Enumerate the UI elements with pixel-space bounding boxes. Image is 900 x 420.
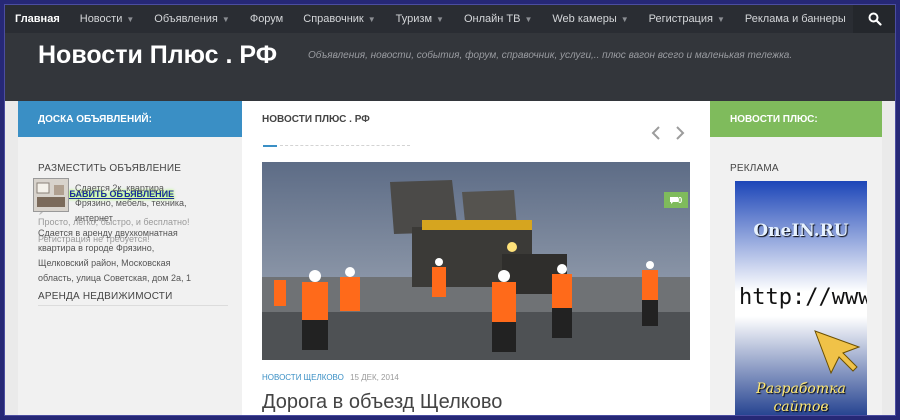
listing-title-line[interactable]: Сдается 2к. квартира [75, 181, 164, 196]
right-sidebar: РЕКЛАМА OneIN.RU http://www. Разработка … [710, 137, 882, 415]
site-header: Новости Плюс . РФ Объявления, новости, с… [5, 33, 895, 101]
chevron-left-icon [651, 126, 660, 140]
listing-description-line: область, улица Советская, дом 2а, 1 [38, 273, 191, 283]
chevron-down-icon: ▼ [367, 14, 376, 24]
left-column-heading: ДОСКА ОБЪЯВЛЕНИЙ: [18, 101, 242, 137]
slider-prev-button[interactable] [651, 126, 661, 145]
nav-label: Форум [249, 13, 284, 25]
nav-label: Web камеры [552, 13, 617, 25]
chevron-down-icon: ▼ [716, 14, 725, 24]
featured-image[interactable]: 0 [262, 162, 690, 360]
chevron-down-icon: ▼ [221, 14, 230, 24]
post-title-link[interactable]: Дорога в объезд Щелково [262, 391, 502, 414]
site-title[interactable]: Новости Плюс . РФ [38, 41, 277, 70]
chevron-down-icon: ▼ [620, 14, 629, 24]
middle-column-heading: НОВОСТИ ПЛЮС . РФ [242, 101, 710, 137]
slider-next-button[interactable] [675, 126, 685, 145]
nav-item-directory[interactable]: Справочник ▼ [293, 5, 385, 33]
nav-item-news[interactable]: Новости ▼ [70, 5, 145, 33]
heading-divider [280, 145, 410, 146]
banner-url-text: http://www. [739, 285, 867, 310]
nav-label: Главная [15, 13, 60, 25]
comment-icon [669, 196, 678, 204]
nav-item-home[interactable]: Главная [5, 5, 70, 33]
search-button[interactable] [853, 5, 895, 33]
chevron-down-icon: ▼ [126, 14, 135, 24]
nav-label: Онлайн ТВ [463, 13, 521, 25]
listing-description-line: Щелковский район, Московская [38, 258, 171, 268]
ad-section-title: РЕКЛАМА [730, 163, 779, 174]
comment-count-badge[interactable]: 0 [664, 192, 688, 208]
post-meta: НОВОСТИ ЩЕЛКОВО 15 ДЕК, 2014 [262, 373, 399, 382]
top-navigation: Главная Новости ▼ Объявления ▼ Форум Справ… [5, 5, 895, 33]
search-icon [868, 12, 882, 26]
banner-caption-line: сайтов [773, 399, 829, 415]
listing-description-line: квартира в городе Фрязино, [38, 243, 155, 253]
nav-item-advertising[interactable]: Реклама и баннеры [735, 5, 856, 33]
middle-heading-label: НОВОСТИ ПЛЮС . РФ [262, 113, 370, 125]
chevron-down-icon: ▼ [436, 14, 444, 24]
nav-label: Справочник [303, 13, 364, 25]
post-ad-title: РАЗМЕСТИТЬ ОБЪЯВЛЕНИЕ [38, 163, 182, 174]
nav-label: Объявления [154, 13, 218, 25]
listing-description-line: Сдается в аренду двухкомнатная [38, 228, 178, 238]
nav-item-ads[interactable]: Объявления ▼ [144, 5, 240, 33]
nav-item-online-tv[interactable]: Онлайн ТВ ▼ [454, 5, 542, 33]
divider [38, 305, 228, 306]
nav-item-webcams[interactable]: Web камеры ▼ [542, 5, 638, 33]
listing-thumbnail[interactable] [33, 178, 69, 212]
nav-item-registration[interactable]: Регистрация ▼ [639, 5, 735, 33]
rent-title: АРЕНДА НЕДВИЖИМОСТИ [38, 291, 173, 302]
listing-title-line[interactable]: Фрязино, мебель, техника, [75, 196, 187, 211]
nav-label: Новости [79, 13, 123, 25]
nav-label: Туризм [395, 13, 433, 25]
post-category-link[interactable]: НОВОСТИ ЩЕЛКОВО [262, 373, 344, 382]
main-content: 0 НОВОСТИ ЩЕЛКОВО 15 ДЕК, 2014 Дорога в … [242, 137, 710, 415]
nav-item-forum[interactable]: Форум [240, 5, 293, 33]
comment-count: 0 [677, 195, 683, 205]
chevron-right-icon [676, 126, 685, 140]
post-date: 15 ДЕК, 2014 [350, 373, 399, 382]
nav-label: Реклама и баннеры [744, 13, 846, 25]
site-tagline: Объявления, новости, события, форум, спр… [308, 50, 793, 61]
chevron-down-icon: ▼ [524, 14, 533, 24]
nav-label: Регистрация [648, 13, 713, 25]
banner-caption-line: Разработка [756, 381, 846, 397]
banner-brand: OneIN.RU [753, 221, 849, 241]
page-frame: Главная Новости ▼ Объявления ▼ Форум Справ… [4, 4, 896, 416]
nav-item-tourism[interactable]: Туризм ▼ [386, 5, 454, 33]
right-column-heading: НОВОСТИ ПЛЮС: [710, 101, 882, 137]
ad-banner[interactable]: OneIN.RU http://www. Разработка сайтов [735, 181, 867, 415]
listing-title-line[interactable]: интернет [75, 211, 113, 226]
heading-underline [263, 145, 277, 147]
